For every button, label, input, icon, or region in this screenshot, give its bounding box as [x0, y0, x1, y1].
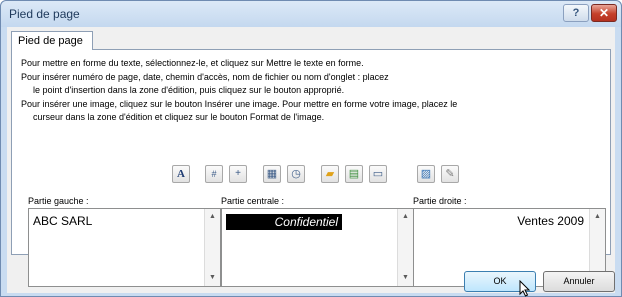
dialog-window: Pied de page ? ✕ Pied de page Pour mettr… — [0, 0, 622, 297]
cancel-button[interactable]: Annuler — [543, 271, 615, 292]
left-section-label: Partie gauche : — [28, 196, 89, 206]
page-number-button[interactable]: # — [205, 165, 223, 183]
instruction-line: Pour insérer une image, cliquez sur le b… — [21, 98, 458, 109]
format-text-button[interactable]: A — [172, 165, 190, 183]
instruction-line: Pour insérer numéro de page, date, chemi… — [21, 71, 389, 82]
scroll-up-icon[interactable]: ▲ — [590, 210, 605, 224]
window-title: Pied de page — [9, 7, 80, 21]
right-section-text: Ventes 2009 — [517, 214, 584, 228]
scroll-down-icon[interactable]: ▼ — [205, 271, 220, 285]
instructions-text: Pour mettre en forme du texte, sélection… — [21, 57, 601, 125]
time-icon: ◷ — [291, 168, 301, 180]
scroll-up-icon[interactable]: ▲ — [398, 210, 413, 224]
mouse-cursor-icon — [519, 280, 531, 297]
file-path-icon: ▰ — [325, 168, 335, 180]
center-section-text: Confidentiel — [226, 214, 342, 230]
page-count-icon: + — [235, 168, 241, 179]
help-button[interactable]: ? — [563, 4, 589, 22]
insert-picture-icon: ▨ — [420, 168, 432, 180]
left-section-text: ABC SARL — [33, 214, 93, 228]
format-text-icon: A — [177, 168, 185, 180]
sheet-name-icon: ▭ — [372, 168, 384, 180]
page-number-icon: # — [211, 169, 217, 179]
scroll-down-icon[interactable]: ▼ — [398, 271, 413, 285]
close-button[interactable]: ✕ — [591, 4, 617, 22]
scroll-up-icon[interactable]: ▲ — [205, 210, 220, 224]
tab-pied-de-page[interactable]: Pied de page — [11, 31, 93, 50]
center-section-editor[interactable]: Confidentiel ▲ ▼ — [221, 208, 414, 287]
instruction-line: Pour mettre en forme du texte, sélection… — [21, 58, 364, 68]
date-button[interactable]: ▦ — [263, 165, 281, 183]
format-picture-icon: ✎ — [445, 168, 455, 180]
date-icon: ▦ — [266, 168, 278, 180]
sheet-name-button[interactable]: ▭ — [369, 165, 387, 183]
file-name-icon: ▤ — [348, 168, 360, 180]
format-picture-button[interactable]: ✎ — [441, 165, 459, 183]
left-section-editor[interactable]: ABC SARL ▲ ▼ — [28, 208, 221, 287]
title-bar[interactable]: Pied de page ? ✕ — [1, 1, 621, 27]
right-section-label: Partie droite : — [413, 196, 467, 206]
page-count-button[interactable]: + — [229, 165, 247, 183]
time-button[interactable]: ◷ — [287, 165, 305, 183]
file-name-button[interactable]: ▤ — [345, 165, 363, 183]
dialog-client-area: Pied de page Pour mettre en forme du tex… — [7, 27, 615, 293]
left-scrollbar[interactable]: ▲ ▼ — [204, 209, 220, 286]
instruction-line: curseur dans la zone d'édition et clique… — [33, 112, 325, 123]
footer-toolbar: A # + ▦ ◷ ▰ ▤ ▭ ▨ ✎ — [7, 165, 615, 187]
insert-picture-button[interactable]: ▨ — [417, 165, 435, 183]
center-scrollbar[interactable]: ▲ ▼ — [397, 209, 413, 286]
instruction-line: le point d'insertion dans la zone d'édit… — [33, 85, 345, 96]
file-path-button[interactable]: ▰ — [321, 165, 339, 183]
center-section-label: Partie centrale : — [221, 196, 285, 206]
